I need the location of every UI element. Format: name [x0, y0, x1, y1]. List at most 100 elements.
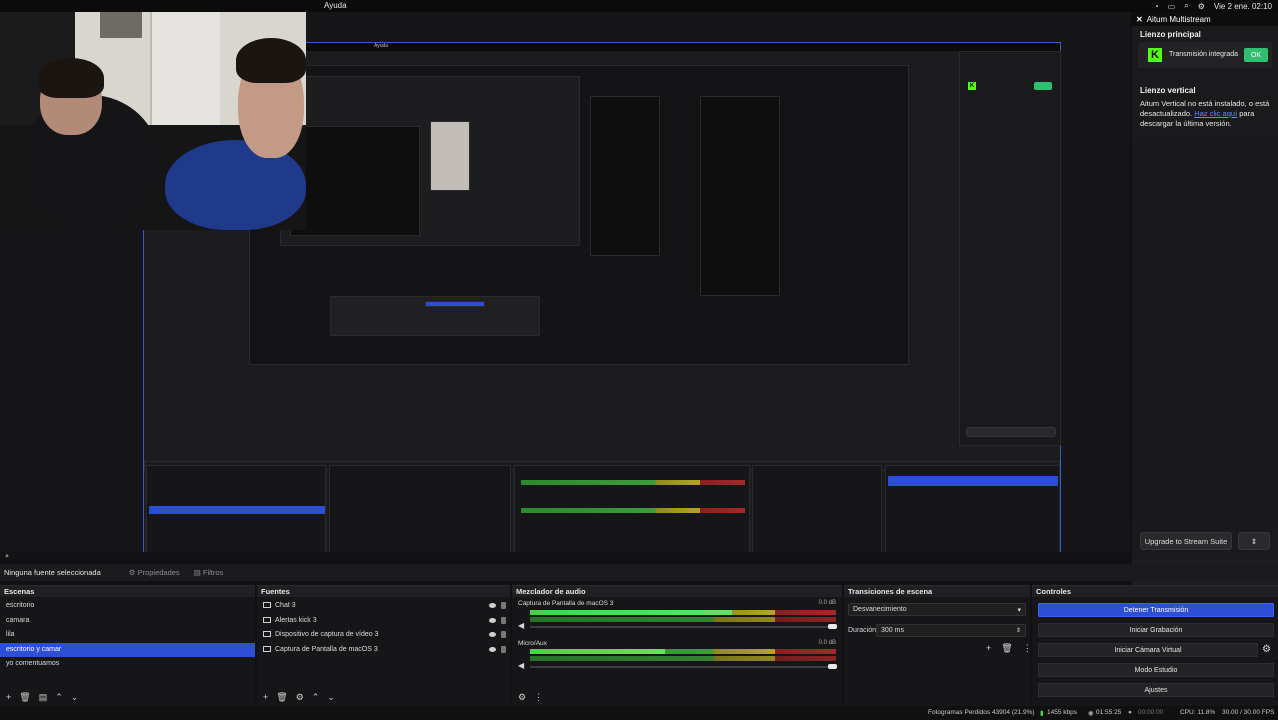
source-toolbar: Ninguna fuente seleccionada ⚙ Propiedade…: [0, 564, 1278, 581]
speaker-icon[interactable]: ◀: [518, 661, 524, 670]
multistream-header: ✕ Aitum Multistream: [1132, 12, 1278, 26]
scene-item[interactable]: escritorio: [0, 599, 255, 614]
multistream-title: Aitum Multistream: [1146, 14, 1211, 24]
scenes-footer: + 🗑 ▤ ⌃ ⌄: [0, 688, 255, 706]
source-item[interactable]: Dispositivo de captura de vídeo 3: [257, 628, 510, 643]
eye-icon[interactable]: [489, 646, 496, 652]
nested-sources: [329, 465, 511, 555]
scenes-dock: Escenas escritorio camara lila escritori…: [0, 585, 255, 706]
duration-value: 300 ms: [881, 627, 904, 634]
gear-icon[interactable]: ⚙: [518, 692, 526, 703]
source-item[interactable]: Captura de Pantalla de macOS 3: [257, 643, 510, 658]
cpu-usage: CPU: 11.8%: [1180, 709, 1216, 716]
nested-scenes: [146, 465, 326, 555]
scene-item[interactable]: camara: [0, 614, 255, 629]
vertical-canvas-title: Lienzo vertical: [1140, 86, 1196, 95]
battery-icon[interactable]: ▭: [1168, 2, 1176, 11]
volume-slider-knob[interactable]: [828, 624, 837, 629]
eye-icon[interactable]: [489, 632, 496, 637]
multistream-dock: ✕ Aitum Multistream Lienzo principal K T…: [1132, 12, 1278, 588]
gear-icon[interactable]: ⚙: [1262, 644, 1271, 655]
trash-icon[interactable]: 🗑: [19, 692, 30, 703]
stepper-icon: ⇕: [1015, 628, 1021, 634]
chevron-down-icon[interactable]: ⌄: [327, 692, 335, 703]
aitum-logo-icon: ✕: [1136, 14, 1143, 24]
more-icon[interactable]: ⋮: [1023, 643, 1032, 654]
settings-button[interactable]: Ajustes: [1038, 683, 1274, 697]
duration-input[interactable]: 300 ms ⇕: [876, 624, 1026, 637]
add-icon[interactable]: +: [986, 643, 991, 654]
nested-controls: [885, 465, 1060, 555]
toolbar-marker: ▲: [4, 553, 10, 559]
volume-meter: [530, 617, 836, 622]
gear-icon: ⚙: [128, 568, 138, 577]
lock-icon[interactable]: [501, 602, 506, 609]
volume-slider-knob[interactable]: [828, 664, 837, 669]
ok-button[interactable]: OK: [1244, 48, 1268, 62]
nested-mixer: [514, 465, 750, 555]
volume-slider[interactable]: [530, 666, 836, 668]
source-label: Alertas kick 3: [275, 616, 317, 624]
volume-slider[interactable]: [530, 626, 836, 628]
channel-db: 0.0 dB: [818, 640, 836, 646]
chevron-down-icon[interactable]: ⌄: [71, 692, 79, 703]
speaker-icon[interactable]: ◀: [518, 621, 524, 630]
menu-help[interactable]: Ayuda: [324, 1, 347, 10]
studio-mode-button[interactable]: Modo Estudio: [1038, 663, 1274, 677]
menubar-datetime[interactable]: Vie 2 ene. 02:10: [1214, 2, 1272, 11]
obs-screen: Ayuda K Ayuda ◔ ▭ ⌕ ⚙ Vie 2 ene. 02:10 ✕…: [0, 0, 1278, 720]
nested-preview: [249, 65, 909, 365]
add-icon[interactable]: +: [6, 692, 11, 702]
main-canvas-title: Lienzo principal: [1140, 30, 1201, 39]
scene-item[interactable]: yo comentuamos: [0, 657, 255, 672]
channel-name: Micro/Aux: [518, 640, 547, 647]
channel-db: 0.0 dB: [818, 600, 836, 606]
virtual-camera-button[interactable]: Iniciar Cámara Virtual: [1038, 643, 1258, 657]
stop-stream-button[interactable]: Detener Transmisión: [1038, 603, 1274, 617]
more-icon[interactable]: ⋮: [534, 692, 543, 703]
trash-icon[interactable]: 🗑: [276, 692, 287, 703]
status-bar: Fotogramas Perdidos 43904 (21.9%) ▮ 1455…: [0, 706, 1278, 720]
rec-icon: ●: [1128, 709, 1132, 716]
source-item[interactable]: Alertas kick 3: [257, 614, 510, 629]
transitions-dock: Transiciones de escena Desvanecimiento ▾ …: [844, 585, 1032, 706]
chevron-updown-icon: ⇕: [1250, 536, 1258, 546]
scene-item[interactable]: lila: [0, 628, 255, 643]
trash-icon[interactable]: 🗑: [1001, 643, 1012, 654]
chevron-up-icon[interactable]: ⌃: [312, 692, 320, 703]
multistream-menu-button[interactable]: ⇕: [1238, 532, 1270, 550]
live-icon: ◉: [1088, 710, 1094, 717]
control-center-icon[interactable]: ⚙: [1198, 2, 1205, 11]
camera-icon: [263, 631, 271, 638]
filter-icon[interactable]: ▤: [39, 692, 48, 703]
volume-meter: [530, 656, 836, 661]
eye-icon[interactable]: [489, 617, 496, 623]
filter-icon: ▤: [193, 568, 203, 577]
sources-footer: + 🗑 ⚙ ⌃ ⌄: [257, 688, 510, 706]
search-icon[interactable]: ⌕: [1184, 1, 1188, 11]
rec-time: 00:00:00: [1138, 709, 1164, 716]
lock-icon[interactable]: [501, 631, 506, 638]
lock-icon[interactable]: [501, 645, 506, 653]
lock-icon[interactable]: [501, 616, 506, 624]
download-link[interactable]: Haz clic aquí: [1194, 109, 1237, 118]
transition-select[interactable]: Desvanecimiento ▾: [848, 603, 1026, 616]
start-recording-button[interactable]: Iniciar Grabación: [1038, 623, 1274, 637]
scene-item-selected[interactable]: escritorio y camar: [0, 642, 255, 657]
browser-icon: [263, 602, 271, 609]
properties-button[interactable]: ⚙ Propiedades: [129, 568, 180, 577]
chevron-down-icon: ▾: [1017, 606, 1021, 614]
network-icon: ▮: [1040, 710, 1044, 717]
filters-button[interactable]: ▤ Filtros: [194, 568, 224, 577]
menubar: Ayuda ◔ ▭ ⌕ ⚙ Vie 2 ene. 02:10: [0, 0, 1278, 12]
add-icon[interactable]: +: [263, 692, 268, 702]
eye-icon[interactable]: [489, 603, 496, 608]
mixer-title: Mezclador de audio: [512, 586, 842, 597]
chevron-up-icon[interactable]: ⌃: [55, 692, 63, 703]
wifi-icon[interactable]: ◔: [1154, 2, 1159, 11]
gear-icon[interactable]: ⚙: [296, 692, 304, 703]
upgrade-button[interactable]: Upgrade to Stream Suite: [1140, 532, 1232, 550]
fps: 30.00 / 30.00 FPS: [1222, 709, 1275, 716]
source-item[interactable]: Chat 3: [257, 599, 510, 614]
scenes-title: Escenas: [0, 586, 255, 597]
